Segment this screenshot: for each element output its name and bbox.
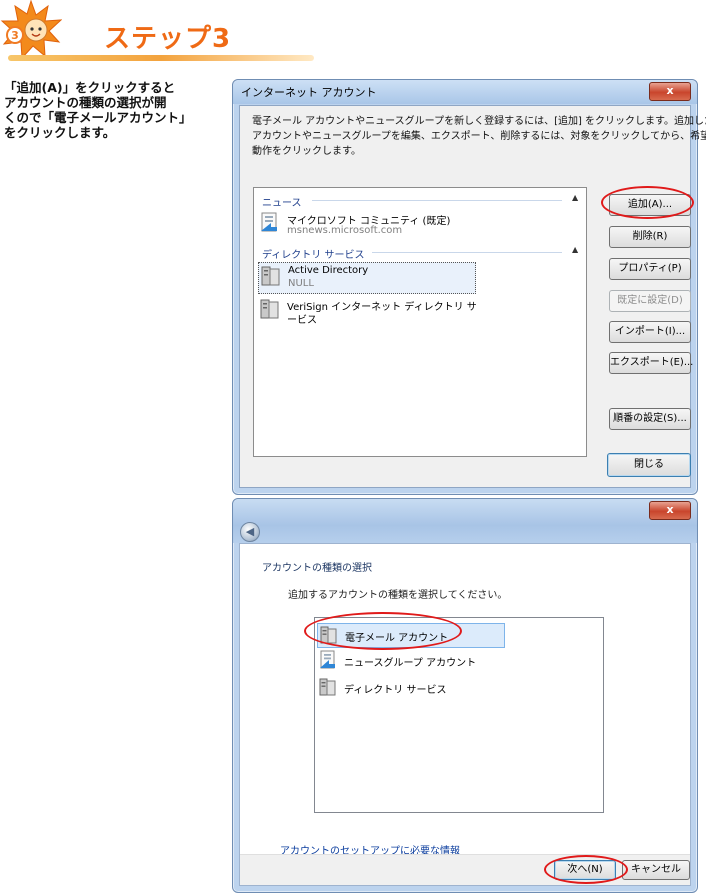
instruction-text: 「追加(A)」をクリックすると アカウントの種類の選択が開 くので「電子メールア… — [4, 80, 232, 140]
close-dialog-button[interactable]: 閉じる — [607, 453, 691, 477]
instruction-line: アカウントの種類の選択が開 — [4, 95, 167, 110]
properties-button[interactable]: プロパティ(P) — [609, 258, 691, 280]
remove-button[interactable]: 削除(R) — [609, 226, 691, 248]
step-underline — [8, 55, 314, 61]
description-line: 電子メール アカウントやニュースグループを新しく登録するには、[追加] をクリッ… — [252, 116, 706, 127]
list-item-label: ディレクトリ サービス — [344, 685, 447, 696]
step-title: ステップ3 — [104, 24, 232, 54]
instruction-line: をクリックします。 — [4, 125, 116, 140]
directory-server-icon — [260, 299, 279, 319]
instruction-line: くので「電子メールアカウント」 — [4, 110, 192, 125]
wizard-body: アカウントの種類の選択 追加するアカウントの種類を選択してください。 電子メール… — [239, 543, 691, 886]
collapse-caret-icon[interactable]: ▲ — [572, 245, 578, 254]
export-button[interactable]: エクスポート(E)... — [609, 352, 693, 374]
order-button[interactable]: 順番の設定(S)... — [609, 408, 691, 430]
wizard-heading: アカウントの種類の選択 — [262, 563, 372, 574]
set-default-button[interactable]: 既定に設定(D) — [609, 290, 691, 312]
directory-server-icon — [319, 678, 336, 696]
description-line: アカウントやニュースグループを編集、エクスポート、削除するには、対象をクリックし… — [252, 131, 706, 142]
list-item-directory-service[interactable]: ディレクトリ サービス — [317, 676, 503, 699]
dialog-body: 電子メール アカウントやニュースグループを新しく登録するには、[追加] をクリッ… — [239, 105, 706, 488]
wizard-prompt: 追加するアカウントの種類を選択してください。 — [288, 590, 508, 601]
account-type-list[interactable]: 電子メール アカウント ニュースグループ アカウント ディレクトリ サービス — [314, 617, 604, 813]
account-list[interactable]: ニュース ▲ マイクロソフト コミュニティ (既定) msnews.micros… — [253, 187, 587, 457]
maple-leaf-mascot-icon: 3 — [0, 0, 62, 60]
mail-server-icon — [320, 626, 337, 644]
group-divider — [372, 252, 562, 253]
group-divider — [312, 200, 562, 201]
dialog-title: インターネット アカウント — [241, 86, 377, 99]
close-button[interactable]: x — [649, 82, 691, 101]
list-item-email-account[interactable]: 電子メール アカウント — [317, 623, 505, 648]
list-item-label: ニュースグループ アカウント — [344, 658, 477, 669]
account-item[interactable]: マイクロソフト コミュニティ (既定) msnews.microsoft.com — [258, 210, 474, 240]
dialog-description: 電子メール アカウントやニュースグループを新しく登録するには、[追加] をクリッ… — [252, 114, 706, 159]
instruction-line: 「追加(A)」をクリックすると — [4, 80, 176, 95]
collapse-caret-icon[interactable]: ▲ — [572, 193, 578, 202]
account-server: msnews.microsoft.com — [287, 225, 403, 236]
group-header-directory: ディレクトリ サービス — [262, 250, 365, 261]
import-button[interactable]: インポート(I)... — [609, 321, 691, 343]
account-item[interactable]: Active Directory NULL — [258, 262, 476, 294]
group-header-news: ニュース — [262, 198, 302, 209]
add-button[interactable]: 追加(A)... — [609, 194, 691, 216]
directory-server-icon — [261, 266, 280, 286]
wizard-footer: 次へ(N) キャンセル — [240, 854, 690, 885]
title-bar[interactable]: ◀ x — [233, 499, 697, 543]
news-server-icon — [320, 650, 335, 669]
internet-accounts-dialog: インターネット アカウント x 電子メール アカウントやニュースグループを新しく… — [232, 79, 706, 495]
description-line: 動作をクリックします。 — [252, 146, 361, 157]
next-button[interactable]: 次へ(N) — [554, 860, 616, 880]
account-name: Active Directory — [288, 265, 369, 276]
title-bar[interactable]: インターネット アカウント x — [233, 80, 697, 104]
list-item-newsgroup-account[interactable]: ニュースグループ アカウント — [317, 649, 503, 672]
account-item[interactable]: VeriSign インターネット ディレクトリ サ ービス — [258, 296, 477, 326]
cancel-button[interactable]: キャンセル — [622, 860, 690, 880]
close-button[interactable]: x — [649, 501, 691, 520]
news-server-icon — [261, 212, 277, 232]
account-type-wizard: ◀ x アカウントの種類の選択 追加するアカウントの種類を選択してください。 電… — [232, 498, 698, 893]
list-item-label: 電子メール アカウント — [345, 633, 449, 644]
account-server: NULL — [288, 278, 314, 289]
step-number: 3 — [11, 29, 19, 42]
account-name-continued: ービス — [287, 315, 317, 326]
back-arrow-icon[interactable]: ◀ — [240, 522, 260, 542]
